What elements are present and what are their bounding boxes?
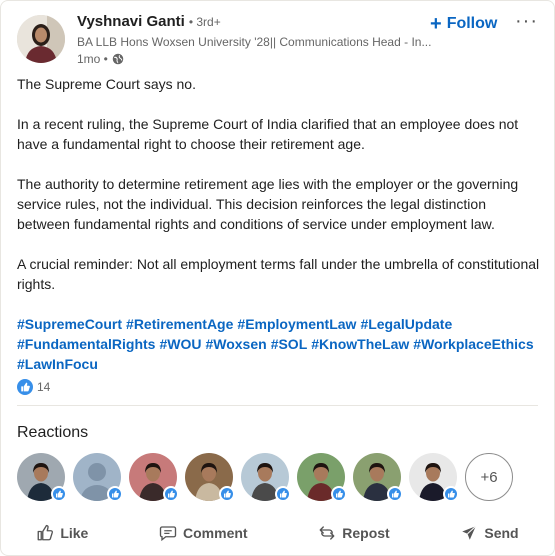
globe-icon <box>112 53 124 65</box>
follow-label: Follow <box>446 15 498 32</box>
hashtag-link[interactable]: #LawInFocu <box>17 356 98 372</box>
like-reaction-icon <box>51 486 67 502</box>
reactions-heading: Reactions <box>17 424 89 441</box>
repost-label: Repost <box>342 525 390 541</box>
post-card: Vyshnavi Ganti • 3rd+ BA LLB Hons Woxsen… <box>0 0 555 556</box>
hashtag-link[interactable]: #FundamentalRights <box>17 336 155 352</box>
hashtag-link[interactable]: #WorkplaceEthics <box>413 336 533 352</box>
more-reactors-button[interactable]: +6 <box>465 453 513 501</box>
hashtag-link[interactable]: #LegalUpdate <box>360 316 452 332</box>
reaction-count: 14 <box>37 380 51 394</box>
like-reaction-icon <box>107 486 123 502</box>
plus-icon: + <box>430 13 442 35</box>
reactor-avatar[interactable] <box>353 453 403 502</box>
post-actions: Like Comment Repost Send <box>1 517 554 549</box>
author-headline: BA LLB Hons Woxsen University '28|| Comm… <box>77 35 432 49</box>
author-name[interactable]: Vyshnavi Ganti <box>77 13 185 30</box>
profile-photo-icon <box>17 15 65 63</box>
send-button[interactable]: Send <box>448 520 530 546</box>
author-meta: Vyshnavi Ganti • 3rd+ BA LLB Hons Woxsen… <box>77 13 437 66</box>
hashtag-link[interactable]: #KnowTheLaw <box>311 336 409 352</box>
hashtag-link[interactable]: #SupremeCourt <box>17 316 122 332</box>
like-reaction-icon <box>17 379 33 395</box>
post-time: 1mo • <box>77 52 108 66</box>
hashtag-link[interactable]: #RetirementAge <box>126 316 233 332</box>
comment-label: Comment <box>183 525 248 541</box>
hashtag-list: #SupremeCourt #RetirementAge #EmploymentLa… <box>17 314 541 374</box>
like-button[interactable]: Like <box>24 520 100 546</box>
like-label: Like <box>60 525 89 541</box>
reactor-avatar[interactable] <box>129 453 179 502</box>
like-reaction-icon <box>387 486 403 502</box>
comment-button[interactable]: Comment <box>147 520 260 546</box>
repost-button[interactable]: Repost <box>306 520 401 546</box>
post-paragraph: In a recent ruling, the Supreme Court of… <box>17 116 519 152</box>
send-label: Send <box>484 525 519 541</box>
like-reaction-icon <box>275 486 291 502</box>
post-text: The Supreme Court says no. In a recent r… <box>17 74 541 374</box>
reactor-avatar[interactable] <box>241 453 291 502</box>
like-reaction-icon <box>443 486 459 502</box>
reactor-avatar[interactable] <box>185 453 235 502</box>
connection-degree: • 3rd+ <box>188 15 221 29</box>
comment-icon <box>159 526 177 542</box>
reactor-avatar[interactable] <box>73 453 123 502</box>
post-paragraph: The authority to determine retirement ag… <box>17 176 519 232</box>
reactor-avatar[interactable] <box>17 453 67 502</box>
author-avatar[interactable] <box>17 15 65 63</box>
ellipsis-icon[interactable]: ··· <box>515 10 538 33</box>
hashtag-link[interactable]: #Woxsen <box>205 336 266 352</box>
follow-button[interactable]: + Follow <box>430 13 497 35</box>
like-reaction-icon <box>163 486 179 502</box>
hashtag-link[interactable]: #EmploymentLaw <box>237 316 356 332</box>
repost-icon <box>319 526 335 540</box>
post-header: Vyshnavi Ganti • 3rd+ BA LLB Hons Woxsen… <box>17 10 538 66</box>
hashtag-link[interactable]: #SOL <box>271 336 308 352</box>
hashtag-link[interactable]: #WOU <box>159 336 201 352</box>
divider <box>17 405 538 406</box>
like-reaction-icon <box>331 486 347 502</box>
reactor-avatar[interactable] <box>409 453 459 502</box>
thumbs-up-icon <box>37 524 54 541</box>
send-icon <box>462 525 477 540</box>
like-reaction-icon <box>219 486 235 502</box>
reactor-avatar[interactable] <box>297 453 347 502</box>
reaction-summary[interactable]: 14 <box>17 379 50 395</box>
post-paragraph: The Supreme Court says no. <box>17 76 196 92</box>
reactor-list: +6 <box>17 453 513 502</box>
post-paragraph: A crucial reminder: Not all employment t… <box>17 256 540 292</box>
